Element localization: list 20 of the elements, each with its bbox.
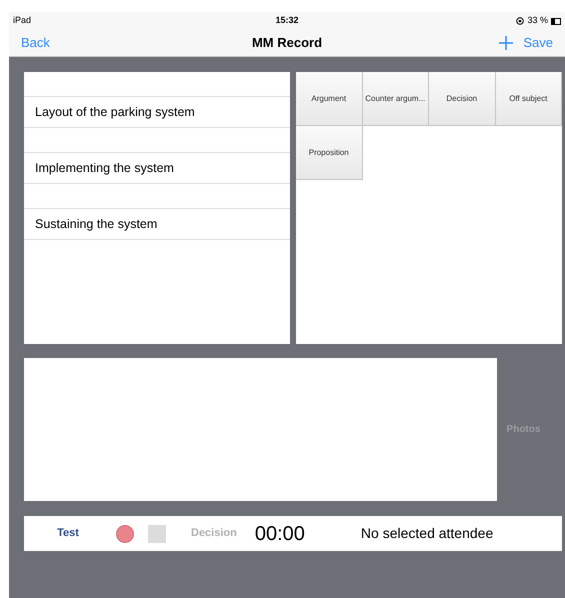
category-label: Decision (191, 526, 237, 542)
record-button[interactable] (116, 524, 134, 542)
battery-icon (551, 18, 561, 24)
category-button[interactable]: Decision (429, 72, 496, 126)
category-button[interactable]: Counter argum... (362, 72, 429, 126)
recording-name: Test (56, 526, 80, 542)
device-name: iPad (13, 14, 32, 28)
screen-title: MM Record (250, 34, 324, 52)
topic-row[interactable]: Layout of the parking system (24, 97, 290, 128)
topic-row[interactable]: Sustaining the system (24, 209, 290, 240)
attendee-label: No selected attendee (360, 524, 494, 543)
category-button[interactable]: Off subject (496, 72, 562, 126)
add-button[interactable] (499, 36, 514, 50)
category-button[interactable]: Argument (296, 72, 362, 126)
rotation-lock-icon (516, 17, 524, 25)
topic-row[interactable]: Implementing the system (24, 153, 290, 184)
category-button[interactable]: Proposition (296, 126, 362, 180)
battery-percent: 33 % (527, 14, 548, 28)
clock: 15:32 (274, 14, 300, 28)
timer: 00:00 (254, 522, 305, 546)
